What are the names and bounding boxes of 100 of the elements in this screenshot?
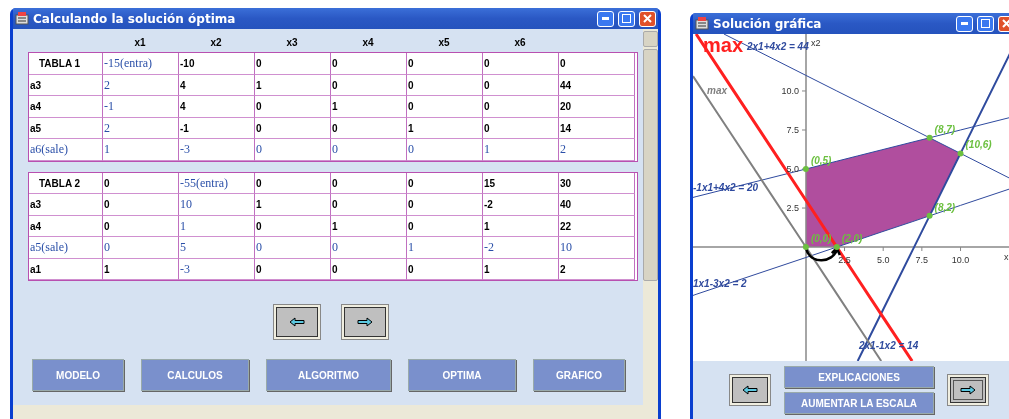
table-cell: 0 [331,237,407,259]
axis-label: x [1004,252,1009,262]
tick-label: 10.0 [951,255,970,265]
table-cell: 4 [179,74,255,96]
menu-button[interactable]: OPTIMA [408,359,516,391]
window-title: Solución gráfica [713,16,823,31]
table-cell: -2 [483,194,559,216]
table-cell: 10 [559,237,635,259]
table-cell: 0 [483,96,559,118]
table-cell: a6(sale) [29,139,103,161]
table-cell: 1 [483,139,559,161]
table-cell: 2 [103,117,179,139]
table-cell: 0 [103,194,179,216]
left-arrow-icon [742,385,758,395]
table-cell: 1 [103,139,179,161]
previous-button[interactable] [730,375,770,405]
maximize-icon [622,14,631,23]
annotation: (0,5) [810,155,833,167]
table-cell: a4 [29,96,103,118]
table-cell: 0 [407,139,483,161]
table-cell: 0 [103,172,179,194]
maximize-button[interactable] [618,10,635,27]
table-cell: TABLA 1 [29,53,103,75]
vertex-point: (10,6) [957,139,992,157]
table-cell: a4 [29,215,103,237]
minimize-icon [961,22,968,25]
horizontal-scrollbar[interactable] [13,405,658,419]
graph-button[interactable]: AUMENTAR LA ESCALA [784,392,934,414]
table-cell: 0 [255,215,331,237]
vertical-scrollbar[interactable] [643,29,658,405]
vertex-point: (2,0) [833,233,863,251]
table-cell: 0 [331,117,407,139]
table-cell: 22 [559,215,635,237]
table-cell: -1 [103,96,179,118]
table-cell: 0 [407,215,483,237]
table-cell: 1 [407,117,483,139]
close-button[interactable] [639,10,656,27]
table-cell: 1 [483,258,559,280]
table-cell: 0 [331,139,407,161]
column-header: x4 [361,36,375,50]
table-cell: 0 [255,237,331,259]
line-label: 2x1+4x2 = 44 [747,41,809,52]
table-cell: 0 [407,258,483,280]
graph-button[interactable]: EXPLICACIONES [784,366,934,388]
table-cell: 0 [255,172,331,194]
menu-button[interactable]: CALCULOS [141,359,249,391]
tick-label: 7.5 [915,255,929,265]
table-cell: 1 [103,258,179,280]
previous-button[interactable] [273,305,320,339]
minimize-button[interactable] [956,15,973,32]
table-cell: 2 [103,74,179,96]
column-header: x2 [209,36,223,50]
minimize-button[interactable] [597,10,614,27]
table-cell: -15(entra) [103,53,179,75]
table-cell: 1 [179,215,255,237]
table-cell: a5(sale) [29,237,103,259]
right-arrow-icon [356,317,373,327]
menu-button[interactable]: GRAFICO [533,359,625,391]
table-cell: 0 [255,96,331,118]
app-icon [15,12,29,25]
table-cell: 5 [179,237,255,259]
table-cell: 0 [331,258,407,280]
close-icon [643,14,652,23]
tick-label: 10.0 [781,85,799,96]
vertex-point: (8,7) [926,123,956,141]
table-cell: 1 [483,215,559,237]
table-cell: 0 [331,53,407,75]
maximize-icon [981,19,990,28]
table-cell: 2 [559,139,635,161]
menu-button[interactable]: ALGORITMO [266,359,391,391]
table-cell: 0 [331,74,407,96]
maximize-button[interactable] [977,15,994,32]
annotation: (10,6) [965,139,993,151]
table-cell: 0 [255,139,331,161]
table-cell: 1 [331,215,407,237]
menu-button[interactable]: MODELO [32,359,124,391]
table-cell: a3 [29,194,103,216]
table-cell: 1 [407,237,483,259]
table-cell: 44 [559,74,635,96]
table-cell: 10 [179,194,255,216]
table-cell: 4 [179,96,255,118]
table-cell: 1 [331,96,407,118]
table-cell: 1 [255,74,331,96]
right-arrow-icon [960,385,976,395]
table-cell: 40 [559,194,635,216]
table-cell: 0 [483,117,559,139]
table-cell: a3 [29,74,103,96]
vertex-point: (0,5) [802,155,832,172]
tick-label: 7.5 [786,125,799,135]
table-cell: a5 [29,117,103,139]
table-cell: 0 [483,74,559,96]
table-cell: 1 [255,194,331,216]
table-cell: 0 [483,53,559,75]
column-header: x3 [285,36,299,50]
table-cell: 0 [103,215,179,237]
next-button[interactable] [341,305,388,339]
annotation: (8,7) [934,123,956,135]
next-button[interactable] [948,375,988,405]
table-cell: 0 [255,117,331,139]
table-cell: -2 [483,237,559,259]
